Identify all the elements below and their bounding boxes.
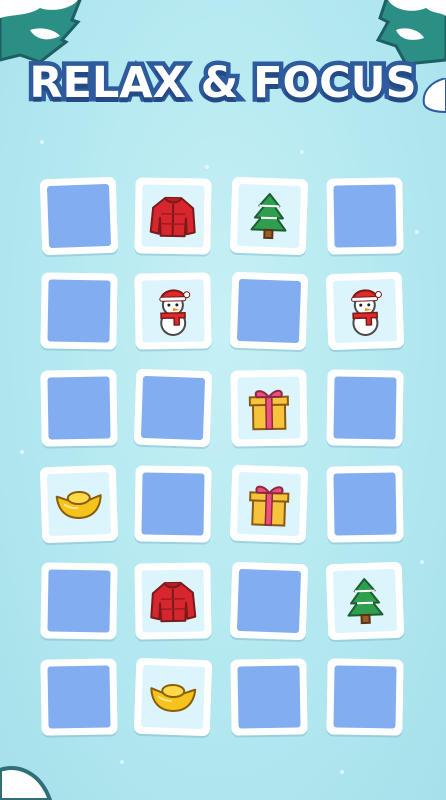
card-face xyxy=(237,376,301,440)
card-back xyxy=(141,472,205,536)
jacket-icon xyxy=(149,194,198,239)
card-back xyxy=(333,184,397,248)
card-face xyxy=(46,471,112,537)
card-board xyxy=(0,0,446,800)
card-face xyxy=(332,278,398,344)
card-face-down[interactable] xyxy=(133,368,213,448)
card-back xyxy=(46,183,112,249)
card-face xyxy=(141,184,205,248)
card-face-down[interactable] xyxy=(326,658,404,736)
snowman-icon xyxy=(342,284,388,338)
card-face xyxy=(236,183,302,249)
card-face xyxy=(141,569,205,633)
card-face-down[interactable] xyxy=(326,465,404,543)
card-face-up[interactable] xyxy=(325,271,405,351)
card-face-up[interactable] xyxy=(229,464,309,544)
card-face xyxy=(141,279,205,343)
gift-box-icon xyxy=(246,480,292,528)
card-face-up[interactable] xyxy=(134,177,212,255)
card-back xyxy=(47,569,111,633)
card-back xyxy=(236,568,302,634)
card-face-up[interactable] xyxy=(325,561,405,641)
jacket-icon xyxy=(149,579,198,624)
card-face xyxy=(140,664,206,730)
card-back xyxy=(47,665,111,729)
card-face-up[interactable] xyxy=(229,176,309,256)
card-face-down[interactable] xyxy=(39,176,119,256)
card-face-down[interactable] xyxy=(326,177,404,255)
card-back xyxy=(333,665,397,729)
pine-tree-icon xyxy=(344,576,386,625)
gold-ingot-icon xyxy=(53,485,104,523)
pine-tree-icon xyxy=(248,191,290,240)
snowman-icon xyxy=(151,285,196,338)
card-back xyxy=(237,665,301,729)
card-back xyxy=(333,376,397,440)
card-face-down[interactable] xyxy=(230,658,308,736)
card-face xyxy=(236,471,302,537)
card-back xyxy=(333,472,397,536)
card-face-down[interactable] xyxy=(134,465,212,543)
card-face-up[interactable] xyxy=(39,464,119,544)
card-face xyxy=(332,568,398,634)
card-face-down[interactable] xyxy=(40,658,118,736)
card-back xyxy=(140,375,206,441)
card-face-down[interactable] xyxy=(326,369,404,447)
card-face-down[interactable] xyxy=(40,562,118,640)
card-face-down[interactable] xyxy=(229,271,309,351)
gift-box-icon xyxy=(247,385,292,432)
card-back xyxy=(47,279,111,343)
gold-ingot-icon xyxy=(147,678,198,716)
card-face-down[interactable] xyxy=(40,369,118,447)
card-face-up[interactable] xyxy=(230,369,308,447)
card-face-up[interactable] xyxy=(133,657,213,737)
card-back xyxy=(236,278,302,344)
card-face-up[interactable] xyxy=(134,272,212,350)
card-face-down[interactable] xyxy=(40,272,118,350)
card-face-up[interactable] xyxy=(134,562,212,640)
card-face-down[interactable] xyxy=(229,561,309,641)
card-back xyxy=(47,376,111,440)
